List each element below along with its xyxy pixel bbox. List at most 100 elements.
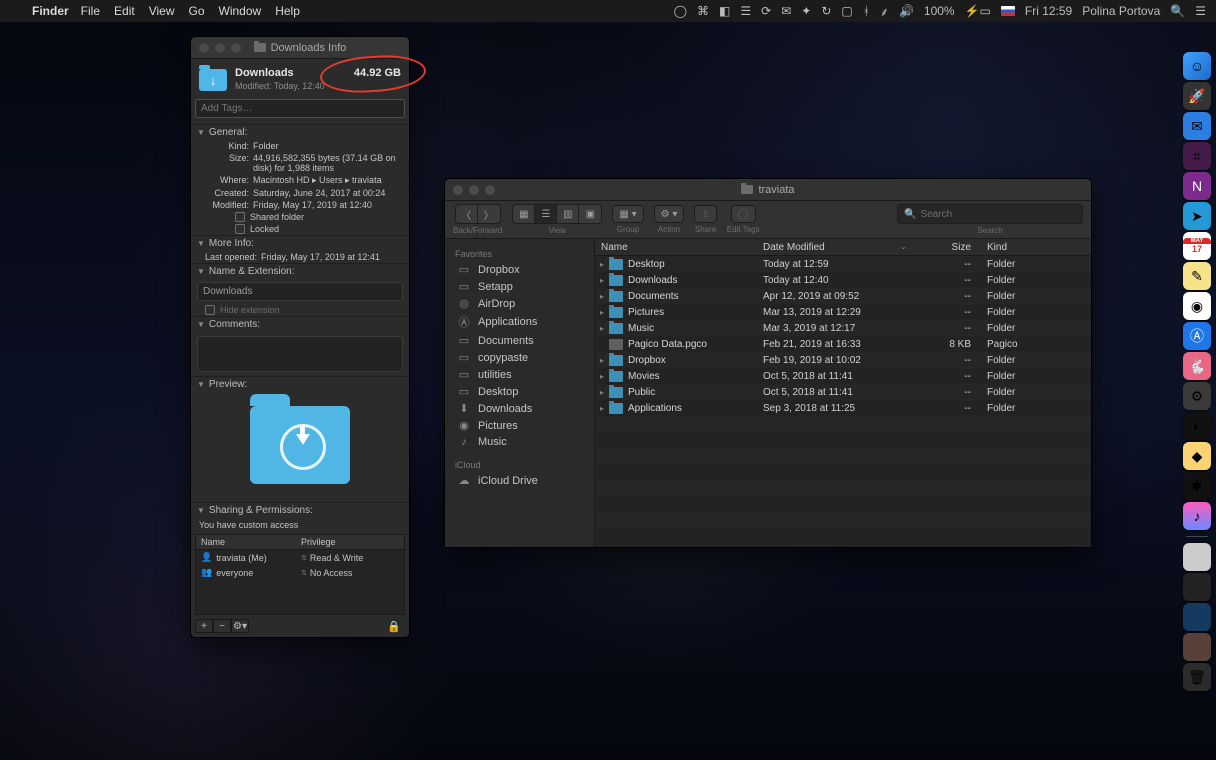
airplay-icon[interactable]: ▢ (841, 4, 852, 18)
sidebar-item[interactable]: ♪Music (445, 434, 594, 450)
status-icon[interactable]: ✦ (801, 4, 811, 18)
name-ext-field[interactable]: Downloads (197, 282, 403, 301)
sidebar-item[interactable]: ▭utilities (445, 366, 594, 383)
dock-appstore[interactable]: Ⓐ (1183, 322, 1211, 350)
locked-checkbox[interactable] (235, 224, 245, 234)
view-switcher[interactable]: ▦☰▥▣ (512, 204, 602, 224)
notification-center-icon[interactable]: ☰ (1195, 4, 1206, 18)
bluetooth-icon[interactable]: ᚼ (863, 4, 870, 18)
dock-minimized-window[interactable] (1183, 633, 1211, 661)
app-menu[interactable]: Finder (32, 4, 69, 18)
dock-app[interactable]: ✱ (1183, 472, 1211, 500)
menu-view[interactable]: View (149, 4, 175, 18)
dock-sketch[interactable]: ◆ (1183, 442, 1211, 470)
hide-extension-checkbox[interactable] (205, 305, 215, 315)
sidebar-item[interactable]: ▭Desktop (445, 383, 594, 400)
status-icon[interactable]: ✉ (781, 4, 791, 18)
dock-syspref[interactable]: ⚙ (1183, 382, 1211, 410)
menu-window[interactable]: Window (219, 4, 262, 18)
lock-icon[interactable]: 🔒 (387, 620, 401, 633)
spotlight-icon[interactable]: 🔍 (1170, 4, 1185, 18)
dock-minimized-window[interactable] (1183, 543, 1211, 571)
file-row[interactable]: ▸MusicMar 3, 2019 at 12:17--Folder (595, 320, 1091, 336)
dock-app[interactable]: 🐇 (1183, 352, 1211, 380)
file-row[interactable]: ▸DropboxFeb 19, 2019 at 10:02--Folder (595, 352, 1091, 368)
dock-app[interactable]: ◐ (1183, 412, 1211, 440)
search-input[interactable]: 🔍Search (897, 204, 1083, 224)
dock-minimized-window[interactable] (1183, 603, 1211, 631)
group-button[interactable]: ▦ ▾ (612, 205, 643, 223)
dock-slack[interactable]: ⌗ (1183, 142, 1211, 170)
dock-mail[interactable]: ✉ (1183, 112, 1211, 140)
status-icon[interactable]: ◧ (719, 4, 730, 18)
disclosure-triangle-icon[interactable]: ▸ (595, 324, 609, 333)
column-headers[interactable]: Name Date Modified⌄ Size Kind (595, 239, 1091, 256)
add-permission-button[interactable]: + (195, 619, 213, 633)
status-icon[interactable]: ⌘ (697, 4, 709, 18)
battery-percent[interactable]: 100% (924, 4, 955, 18)
dock-finder[interactable]: ☺ (1183, 52, 1211, 80)
dock-music[interactable]: ♪ (1183, 502, 1211, 530)
dock-notes[interactable]: ✎ (1183, 262, 1211, 290)
sidebar-item[interactable]: ☁iCloud Drive (445, 472, 594, 489)
file-row[interactable]: ▸PublicOct 5, 2018 at 11:41--Folder (595, 384, 1091, 400)
back-forward[interactable]: 〈〉 (455, 204, 501, 224)
disclosure-triangle-icon[interactable]: ▸ (595, 404, 609, 413)
input-source-flag[interactable] (1001, 6, 1015, 16)
clock[interactable]: Fri 12:59 (1025, 4, 1072, 18)
disclosure-triangle-icon[interactable]: ▸ (595, 388, 609, 397)
user-name[interactable]: Polina Portova (1082, 4, 1160, 18)
section-general[interactable]: ▼General: (191, 124, 409, 140)
action-button[interactable]: ⚙ ▾ (654, 205, 685, 223)
file-row[interactable]: ▸PicturesMar 13, 2019 at 12:29--Folder (595, 304, 1091, 320)
battery-icon[interactable]: ⚡▭ (965, 4, 991, 18)
volume-icon[interactable]: 🔊 (899, 4, 914, 18)
menu-help[interactable]: Help (275, 4, 300, 18)
traffic-lights[interactable] (453, 185, 495, 195)
status-icon[interactable]: ◯ (674, 4, 687, 18)
sidebar-item[interactable]: ⒶApplications (445, 312, 594, 332)
section-comments[interactable]: ▼Comments: (191, 316, 409, 332)
titlebar[interactable]: Downloads Info (191, 37, 409, 59)
sidebar-item[interactable]: ▭Dropbox (445, 261, 594, 278)
section-moreinfo[interactable]: ▼More Info: (191, 235, 409, 251)
dock-trash[interactable]: 🗑 (1183, 663, 1211, 691)
disclosure-triangle-icon[interactable]: ▸ (595, 276, 609, 285)
permission-action-button[interactable]: ⚙▾ (231, 619, 249, 633)
comments-field[interactable] (197, 336, 403, 372)
wifi-icon[interactable]: ⸙ (880, 3, 889, 20)
dock-telegram[interactable]: ➤ (1183, 202, 1211, 230)
dock-onenote[interactable]: N (1183, 172, 1211, 200)
disclosure-triangle-icon[interactable]: ▸ (595, 356, 609, 365)
status-icon[interactable]: ☰ (740, 4, 751, 18)
sidebar-item[interactable]: ▭copypaste (445, 349, 594, 366)
file-row[interactable]: ▸ApplicationsSep 3, 2018 at 11:25--Folde… (595, 400, 1091, 416)
sidebar-item[interactable]: ⬇Downloads (445, 400, 594, 417)
file-row[interactable]: ▸DesktopToday at 12:59--Folder (595, 256, 1091, 272)
dock-calendar[interactable]: MAY17 (1183, 232, 1211, 260)
section-sharing[interactable]: ▼Sharing & Permissions: (191, 502, 409, 518)
sidebar-item[interactable]: ◉Pictures (445, 417, 594, 434)
sidebar-item[interactable]: ◎AirDrop (445, 295, 594, 312)
status-icon[interactable]: ⟳ (761, 4, 771, 18)
disclosure-triangle-icon[interactable]: ▸ (595, 372, 609, 381)
share-button[interactable]: ⇪ (694, 205, 716, 223)
titlebar[interactable]: traviata (445, 179, 1091, 201)
sidebar-item[interactable]: ▭Documents (445, 332, 594, 349)
menu-go[interactable]: Go (189, 4, 205, 18)
edit-tags-button[interactable]: ◯ (731, 205, 756, 223)
disclosure-triangle-icon[interactable]: ▸ (595, 308, 609, 317)
disclosure-triangle-icon[interactable]: ▸ (595, 260, 609, 269)
remove-permission-button[interactable]: − (213, 619, 231, 633)
dock-minimized-window[interactable] (1183, 573, 1211, 601)
section-name-ext[interactable]: ▼Name & Extension: (191, 263, 409, 279)
sidebar-item[interactable]: ▭Setapp (445, 278, 594, 295)
section-preview[interactable]: ▼Preview: (191, 376, 409, 392)
table-row[interactable]: 👥everyone⇅No Access (196, 565, 404, 580)
menu-edit[interactable]: Edit (114, 4, 135, 18)
dock-chrome[interactable]: ◉ (1183, 292, 1211, 320)
file-row[interactable]: ▸DownloadsToday at 12:40--Folder (595, 272, 1091, 288)
file-row[interactable]: ▸DocumentsApr 12, 2019 at 09:52--Folder (595, 288, 1091, 304)
menu-file[interactable]: File (81, 4, 100, 18)
shared-folder-checkbox[interactable] (235, 212, 245, 222)
